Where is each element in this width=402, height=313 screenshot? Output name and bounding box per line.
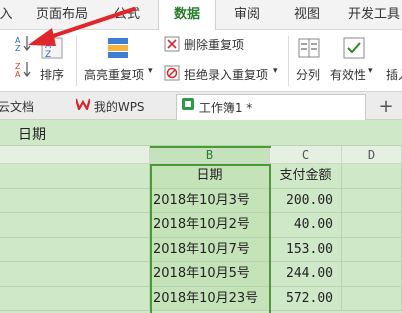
cell-date-header[interactable]: 日期 — [150, 164, 270, 188]
cell-date[interactable]: 2018年10月23号 — [150, 286, 270, 310]
tab-workbook1[interactable]: 工作簿1 * — [176, 94, 366, 120]
remove-duplicates-label: 删除重复项 — [184, 38, 245, 52]
cell-amount-header[interactable]: 支付金额 — [270, 164, 342, 188]
cell-date[interactable]: 2018年10月5号 — [150, 262, 270, 286]
sort-descending-icon[interactable]: Z A — [14, 60, 32, 79]
menu-review[interactable]: 审阅 — [224, 0, 270, 30]
formula-bar[interactable]: 日期 — [0, 120, 402, 146]
cell-amount[interactable]: 153.00 — [270, 237, 342, 261]
chevron-down-icon: ▾ — [273, 66, 278, 76]
validity-icon — [342, 36, 366, 60]
svg-text:Z: Z — [15, 44, 21, 52]
tab-workbook1-label: 工作簿1 * — [198, 101, 253, 115]
cell[interactable] — [0, 188, 150, 212]
svg-text:A: A — [15, 70, 21, 78]
remove-duplicates-icon — [164, 36, 180, 52]
sort-ascending-icon[interactable]: A Z — [14, 34, 32, 53]
menu-bar: 入 页面布局 公式 数据 审阅 视图 开发工具 — [0, 0, 402, 31]
split-column-icon — [297, 36, 321, 60]
highlight-duplicates-label: 高亮重复项 — [84, 68, 145, 82]
highlight-duplicates-icon — [106, 36, 130, 60]
table-row: 2018年10月2号 40.00 — [0, 213, 402, 238]
reject-duplicates-button[interactable]: 拒绝录入重复项 ▾ — [164, 62, 288, 84]
cell-amount[interactable]: 244.00 — [270, 262, 342, 286]
table-row: 2018年10月5号 244.00 — [0, 262, 402, 287]
cell-date[interactable]: 2018年10月3号 — [150, 188, 270, 212]
cell[interactable] — [342, 213, 402, 237]
svg-text:Z: Z — [45, 50, 51, 60]
ribbon-divider — [288, 36, 289, 86]
ribbon-divider — [76, 36, 77, 86]
column-header-a[interactable] — [0, 146, 150, 164]
cell-amount[interactable]: 200.00 — [270, 188, 342, 212]
column-selection-line — [150, 146, 271, 148]
cell[interactable] — [0, 262, 150, 286]
menu-view[interactable]: 视图 — [284, 0, 330, 30]
column-header-b[interactable]: B — [150, 146, 270, 164]
cell[interactable] — [342, 262, 402, 286]
table-row: 2018年10月7号 153.00 — [0, 237, 402, 262]
new-tab-button[interactable]: + — [374, 94, 398, 120]
tab-cloud-docs[interactable]: 云文档 — [0, 94, 64, 120]
cell[interactable] — [342, 188, 402, 212]
insert-label[interactable]: 插入 — [386, 66, 402, 83]
column-header-d[interactable]: D — [342, 146, 402, 164]
menu-formula[interactable]: 公式 — [104, 0, 150, 30]
cell[interactable] — [342, 164, 402, 188]
chevron-down-icon: ▾ — [148, 66, 153, 76]
wps-logo-icon — [74, 93, 92, 119]
cell[interactable] — [0, 164, 150, 188]
formula-content: 日期 — [18, 127, 46, 143]
cell[interactable] — [0, 213, 150, 237]
tab-my-wps-label: 我的WPS — [93, 100, 145, 114]
highlight-duplicates-button[interactable]: 高亮重复项 ▾ — [82, 34, 158, 86]
validity-label: 有效性 — [330, 68, 367, 82]
cell[interactable] — [342, 286, 402, 310]
column-header-c[interactable]: C — [270, 146, 342, 164]
cell-date[interactable]: 2018年10月7号 — [150, 237, 270, 261]
table-row: 2018年10月23号 572.00 — [0, 286, 402, 311]
menu-insert[interactable]: 入 — [0, 0, 16, 30]
table-row: 日期 支付金额 — [0, 164, 402, 189]
menu-page-layout[interactable]: 页面布局 — [28, 0, 96, 30]
remove-duplicates-button[interactable]: 删除重复项 — [164, 34, 276, 54]
tab-cloud-docs-label: 云文档 — [0, 100, 35, 114]
document-tabs: 云文档 我的WPS 工作簿1 * + — [0, 92, 402, 120]
chevron-down-icon: ▾ — [368, 66, 373, 76]
reject-duplicates-icon — [164, 65, 180, 81]
cell[interactable] — [0, 286, 150, 310]
cell[interactable] — [342, 237, 402, 261]
tab-my-wps[interactable]: 我的WPS — [72, 94, 172, 120]
menu-developer[interactable]: 开发工具 — [338, 0, 402, 30]
validity-button[interactable]: 有效性 ▾ — [330, 34, 382, 86]
sort-icon: A Z — [40, 36, 64, 60]
cell-date[interactable]: 2018年10月2号 — [150, 213, 270, 237]
sheet-grid: 日期 支付金额 2018年10月3号 200.00 2018年10月2号 40.… — [0, 164, 402, 313]
cell[interactable] — [0, 237, 150, 261]
cell-amount[interactable]: 40.00 — [270, 213, 342, 237]
reject-duplicates-label: 拒绝录入重复项 — [184, 68, 269, 82]
spreadsheet-icon — [181, 94, 195, 120]
sort-button[interactable]: A Z 排序 — [36, 34, 70, 86]
sort-label: 排序 — [40, 68, 65, 82]
split-column-button[interactable]: 分列 — [294, 34, 324, 86]
table-row: 2018年10月3号 200.00 — [0, 188, 402, 213]
split-column-label: 分列 — [296, 68, 321, 82]
ribbon: A Z Z A A Z 排序 高亮重复项 ▾ 删除重复项 拒绝录入重复项 ▾ 分… — [0, 30, 402, 92]
cell-amount[interactable]: 572.00 — [270, 286, 342, 310]
menu-data[interactable]: 数据 — [158, 0, 216, 31]
